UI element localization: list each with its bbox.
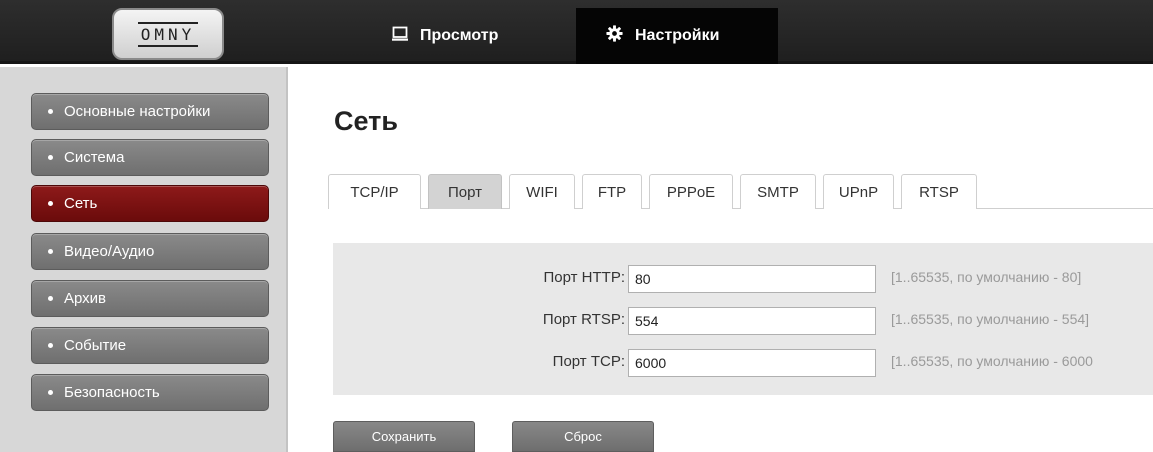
page-title: Сеть xyxy=(334,106,398,136)
bullet-icon xyxy=(48,201,53,206)
nav-tab-settings[interactable]: Настройки xyxy=(576,8,778,64)
sidebar-item-label: Система xyxy=(64,149,125,166)
bullet-icon xyxy=(48,249,53,254)
sidebar-item-system[interactable]: Система xyxy=(31,139,269,176)
sidebar-item-label: Безопасность xyxy=(64,384,160,401)
sidebar-item-security[interactable]: Безопасность xyxy=(31,374,269,411)
sidebar-item-network[interactable]: Сеть xyxy=(31,185,269,222)
tab-tcpip[interactable]: TCP/IP xyxy=(328,174,421,209)
sidebar-item-archive[interactable]: Архив xyxy=(31,280,269,317)
bullet-icon xyxy=(48,296,53,301)
reset-button[interactable]: Сброс xyxy=(512,421,654,452)
rtsp-port-hint: [1..65535, по умолчанию - 554] xyxy=(891,311,1090,327)
logo-text: OMNY xyxy=(137,21,199,47)
sidebar: Основные настройки Система Сеть Видео/Ау… xyxy=(0,67,288,452)
sidebar-item-label: Архив xyxy=(64,290,107,307)
nav-tab-view-label: Просмотр xyxy=(420,27,499,44)
sidebar-item-video-audio[interactable]: Видео/Аудио xyxy=(31,233,269,270)
bullet-icon xyxy=(48,343,53,348)
tcp-port-input[interactable] xyxy=(628,349,876,377)
bullet-icon xyxy=(48,109,53,114)
bullet-icon xyxy=(48,155,53,160)
http-port-hint: [1..65535, по умолчанию - 80] xyxy=(891,269,1082,285)
sidebar-item-event[interactable]: Событие xyxy=(31,327,269,364)
sidebar-item-label: Основные настройки xyxy=(64,103,211,120)
gear-icon xyxy=(606,25,623,47)
top-bar: OMNY Просмотр Настройки xyxy=(0,0,1153,64)
http-port-input[interactable] xyxy=(628,265,876,293)
tab-pppoe[interactable]: PPPoE xyxy=(649,174,733,209)
monitor-icon xyxy=(392,26,408,47)
tab-upnp[interactable]: UPnP xyxy=(823,174,894,209)
nav-tab-settings-label: Настройки xyxy=(635,27,720,44)
tab-smtp[interactable]: SMTP xyxy=(740,174,816,209)
port-settings-form: Порт HTTP: [1..65535, по умолчанию - 80]… xyxy=(333,243,1153,395)
tcp-port-hint: [1..65535, по умолчанию - 6000 xyxy=(891,353,1093,369)
http-port-label: Порт HTTP: xyxy=(543,269,625,286)
tab-rtsp[interactable]: RTSP xyxy=(901,174,977,209)
nav-tab-view[interactable]: Просмотр xyxy=(392,8,570,64)
tcp-port-label: Порт TCP: xyxy=(552,353,625,370)
sidebar-item-basic-settings[interactable]: Основные настройки xyxy=(31,93,269,130)
rtsp-port-input[interactable] xyxy=(628,307,876,335)
tab-wifi[interactable]: WIFI xyxy=(509,174,575,209)
sidebar-item-label: Видео/Аудио xyxy=(64,243,155,260)
logo[interactable]: OMNY xyxy=(112,8,224,60)
sidebar-item-label: Сеть xyxy=(64,195,98,212)
bullet-icon xyxy=(48,390,53,395)
rtsp-port-label: Порт RTSP: xyxy=(542,311,625,328)
sidebar-item-label: Событие xyxy=(64,337,127,354)
tab-port[interactable]: Порт xyxy=(428,174,502,209)
save-button[interactable]: Сохранить xyxy=(333,421,475,452)
tab-ftp[interactable]: FTP xyxy=(582,174,642,209)
